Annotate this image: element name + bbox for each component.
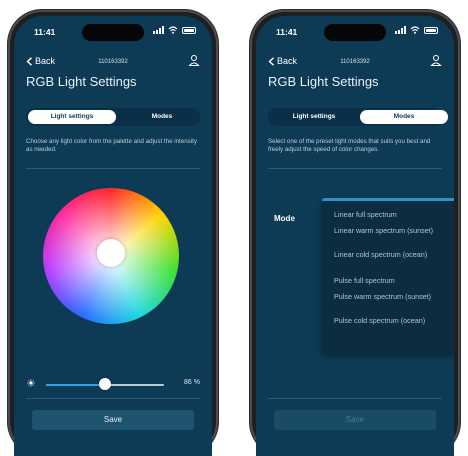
tab-light-settings[interactable]: Light settings (28, 110, 116, 124)
battery-icon (182, 26, 196, 34)
screen-right: 11:41 Back 110163392 RGB Light Settings … (256, 16, 454, 456)
divider (268, 398, 442, 399)
mode-option[interactable]: Linear cold spectrum (ocean) (334, 250, 448, 259)
sun-icon: ☀ (26, 378, 36, 390)
wifi-icon (168, 26, 178, 34)
description: Choose any light color from the palette … (26, 138, 197, 153)
status-time: 11:41 (276, 27, 298, 37)
tab-light-settings[interactable]: Light settings (270, 110, 358, 124)
wifi-icon (410, 26, 420, 34)
brightness-thumb[interactable] (98, 378, 111, 390)
mode-dropdown[interactable]: Linear full spectrum Linear warm spectru… (322, 198, 454, 354)
page-title: RGB Light Settings (268, 74, 379, 89)
mode-option[interactable]: Linear full spectrum (334, 210, 448, 219)
status-bar: 11:41 (276, 26, 438, 40)
signal-icon (153, 26, 164, 34)
brightness-fill (46, 384, 105, 386)
tab-modes[interactable]: Modes (118, 110, 206, 124)
brightness-slider-row: ☀ 86 % (26, 378, 200, 390)
device-id: 110163392 (98, 59, 128, 65)
screen-left: 11:41 Back 110163392 RGB Light Settings … (14, 16, 212, 456)
tab-bar: Light settings Modes (268, 108, 448, 126)
tab-modes[interactable]: Modes (360, 110, 448, 124)
mode-option[interactable]: Pulse full spectrum (334, 276, 448, 285)
signal-icon (395, 26, 406, 34)
device-id: 110163392 (340, 59, 370, 65)
mode-label: Mode (274, 214, 295, 223)
status-time: 11:41 (34, 27, 56, 37)
battery-icon (424, 26, 438, 34)
save-button[interactable]: Save (274, 410, 436, 430)
phone-right: 11:41 Back 110163392 RGB Light Settings … (250, 10, 460, 456)
dropdown-accent (322, 198, 454, 201)
divider (268, 168, 442, 169)
description: Select one of the preset light modes tha… (268, 138, 431, 153)
phone-left: 11:41 Back 110163392 RGB Light Settings … (8, 10, 218, 456)
mode-option[interactable]: Linear warm spectrum (sunset) (334, 226, 448, 235)
user-icon[interactable] (188, 54, 200, 66)
status-icons (153, 26, 196, 34)
tab-bar: Light settings Modes (26, 108, 200, 126)
mode-option[interactable]: Pulse cold spectrum (ocean) (334, 316, 448, 325)
status-icons (395, 26, 438, 34)
mode-option[interactable]: Pulse warm spectrum (sunset) (334, 292, 448, 301)
brightness-value: 86 % (184, 379, 200, 386)
save-button[interactable]: Save (32, 410, 194, 430)
divider (26, 168, 200, 169)
user-icon[interactable] (430, 54, 442, 66)
color-picker-knob[interactable] (97, 239, 125, 267)
status-bar: 11:41 (34, 26, 196, 40)
divider (26, 398, 200, 399)
page-title: RGB Light Settings (26, 74, 137, 89)
